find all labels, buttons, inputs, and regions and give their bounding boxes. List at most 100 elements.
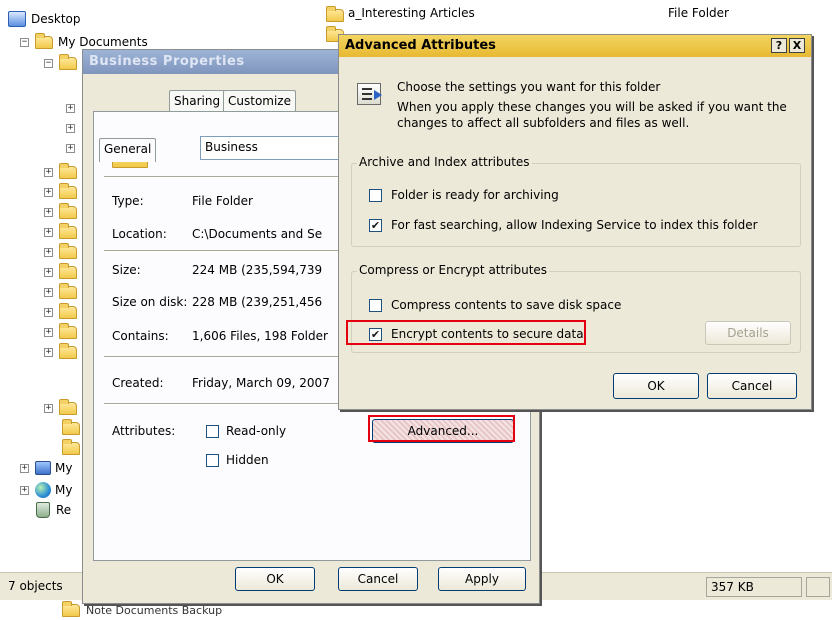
type-value: File Folder bbox=[192, 194, 253, 208]
expand-icon[interactable]: + bbox=[44, 327, 53, 337]
tree-expander[interactable]: + bbox=[66, 138, 75, 158]
compress-encrypt-group-title: Compress or Encrypt attributes bbox=[357, 263, 550, 277]
desktop-icon bbox=[8, 11, 26, 27]
divider bbox=[104, 356, 344, 358]
tree-item-folder[interactable]: + bbox=[44, 282, 77, 302]
location-value: C:\Documents and Se bbox=[192, 227, 323, 241]
expand-icon[interactable]: + bbox=[66, 103, 75, 113]
status-objects: 7 objects bbox=[4, 577, 84, 597]
tab-sharing[interactable]: Sharing bbox=[169, 90, 226, 112]
cancel-button[interactable]: Cancel bbox=[338, 567, 418, 591]
status-size: 357 KB bbox=[706, 577, 802, 597]
archive-index-group bbox=[351, 163, 801, 247]
tree-item-business[interactable]: − bbox=[44, 53, 77, 73]
folder-icon bbox=[59, 182, 77, 199]
expand-icon[interactable]: + bbox=[20, 463, 29, 473]
tree-item-desktop[interactable]: Desktop bbox=[8, 9, 81, 29]
tree-item-label: Desktop bbox=[31, 12, 81, 26]
folder-icon bbox=[59, 242, 77, 259]
tree-item-folder[interactable]: + bbox=[44, 262, 77, 282]
tab-customize[interactable]: Customize bbox=[223, 90, 296, 112]
tree-item-folder[interactable]: + bbox=[44, 222, 77, 242]
folder-name-field[interactable]: Business bbox=[200, 136, 350, 160]
folder-icon bbox=[59, 302, 77, 319]
index-label: For fast searching, allow Indexing Servi… bbox=[391, 218, 758, 232]
folder-icon bbox=[59, 342, 77, 359]
expand-icon[interactable]: + bbox=[66, 143, 75, 153]
folder-icon bbox=[59, 202, 77, 219]
size-on-disk-value: 228 MB (239,251,456 bbox=[192, 295, 323, 309]
location-label: Location: bbox=[112, 227, 167, 241]
tree-item-my-computer[interactable]: + My bbox=[20, 458, 72, 478]
tree-item-folder[interactable] bbox=[62, 418, 80, 438]
attributes-icon bbox=[357, 83, 382, 105]
tree-item-folder[interactable]: + bbox=[44, 342, 77, 362]
highlight-advanced bbox=[368, 415, 515, 442]
tree-item-folder[interactable]: + bbox=[44, 162, 77, 182]
expand-icon[interactable]: + bbox=[44, 207, 53, 217]
folder-icon bbox=[59, 222, 77, 239]
collapse-icon[interactable]: − bbox=[44, 58, 53, 68]
tree-expander[interactable]: + bbox=[66, 118, 75, 138]
expand-icon[interactable]: + bbox=[44, 403, 53, 413]
folder-icon bbox=[35, 32, 53, 49]
contains-value: 1,606 Files, 198 Folder bbox=[192, 329, 328, 343]
expand-icon[interactable]: + bbox=[44, 307, 53, 317]
folder-icon bbox=[62, 418, 80, 435]
tab-general[interactable]: General bbox=[99, 138, 157, 162]
network-icon bbox=[35, 482, 51, 498]
advanced-attributes-dialog: Advanced Attributes ? X Choose the setti… bbox=[338, 34, 812, 410]
tree-item-folder[interactable] bbox=[62, 438, 80, 458]
tree-item-folder[interactable]: + bbox=[44, 322, 77, 342]
contains-label: Contains: bbox=[112, 329, 169, 343]
tree-item-folder[interactable]: + bbox=[44, 202, 77, 222]
advanced-ok-button[interactable]: OK bbox=[613, 373, 699, 399]
readonly-checkbox[interactable] bbox=[206, 425, 219, 438]
advanced-cancel-button[interactable]: Cancel bbox=[707, 373, 797, 399]
help-button[interactable]: ? bbox=[771, 38, 787, 53]
expand-icon[interactable]: + bbox=[44, 187, 53, 197]
expand-icon[interactable]: + bbox=[44, 287, 53, 297]
archive-checkbox[interactable] bbox=[369, 189, 382, 202]
tree-item-recycle-bin[interactable]: Re bbox=[36, 500, 71, 520]
ok-button[interactable]: OK bbox=[235, 567, 315, 591]
index-checkbox[interactable]: ✔ bbox=[369, 219, 382, 232]
folder-icon bbox=[62, 600, 80, 617]
archive-index-group-title: Archive and Index attributes bbox=[357, 155, 532, 169]
size-on-disk-label: Size on disk: bbox=[112, 295, 188, 309]
tree-item-folder[interactable]: + bbox=[44, 302, 77, 322]
size-value: 224 MB (235,594,739 bbox=[192, 263, 323, 277]
tree-item-folder[interactable]: + bbox=[44, 242, 77, 262]
tree-item-folder[interactable]: + bbox=[44, 182, 77, 202]
expand-icon[interactable]: + bbox=[66, 123, 75, 133]
filelist-name: a_Interesting Articles bbox=[348, 6, 475, 20]
hidden-checkbox[interactable] bbox=[206, 454, 219, 467]
expand-icon[interactable]: + bbox=[44, 347, 53, 357]
close-button[interactable]: X bbox=[789, 38, 805, 53]
attributes-label: Attributes: bbox=[112, 424, 176, 438]
advanced-titlebar[interactable]: Advanced Attributes bbox=[339, 35, 811, 57]
type-label: Type: bbox=[112, 194, 144, 208]
folder-icon bbox=[59, 162, 77, 179]
folder-icon bbox=[59, 398, 77, 415]
expand-icon[interactable]: + bbox=[44, 247, 53, 257]
tree-item-my-network[interactable]: + My bbox=[20, 480, 72, 500]
folder-icon bbox=[59, 322, 77, 339]
expand-icon[interactable]: + bbox=[20, 485, 29, 495]
folder-icon bbox=[59, 282, 77, 299]
compress-label: Compress contents to save disk space bbox=[391, 298, 622, 312]
tree-item-label: My bbox=[55, 461, 73, 475]
filelist-type: File Folder bbox=[668, 6, 729, 20]
compress-checkbox[interactable] bbox=[369, 299, 382, 312]
apply-button[interactable]: Apply bbox=[438, 567, 526, 591]
tree-item-label: Re bbox=[56, 503, 72, 517]
expand-icon[interactable]: + bbox=[44, 227, 53, 237]
folder-icon bbox=[62, 438, 80, 455]
tree-item-folder[interactable]: + bbox=[44, 398, 77, 418]
computer-icon bbox=[35, 461, 51, 475]
expand-icon[interactable]: + bbox=[44, 267, 53, 277]
collapse-icon[interactable]: − bbox=[20, 37, 29, 47]
tree-expander[interactable]: + bbox=[66, 98, 75, 118]
expand-icon[interactable]: + bbox=[44, 167, 53, 177]
details-button[interactable]: Details bbox=[705, 321, 791, 345]
